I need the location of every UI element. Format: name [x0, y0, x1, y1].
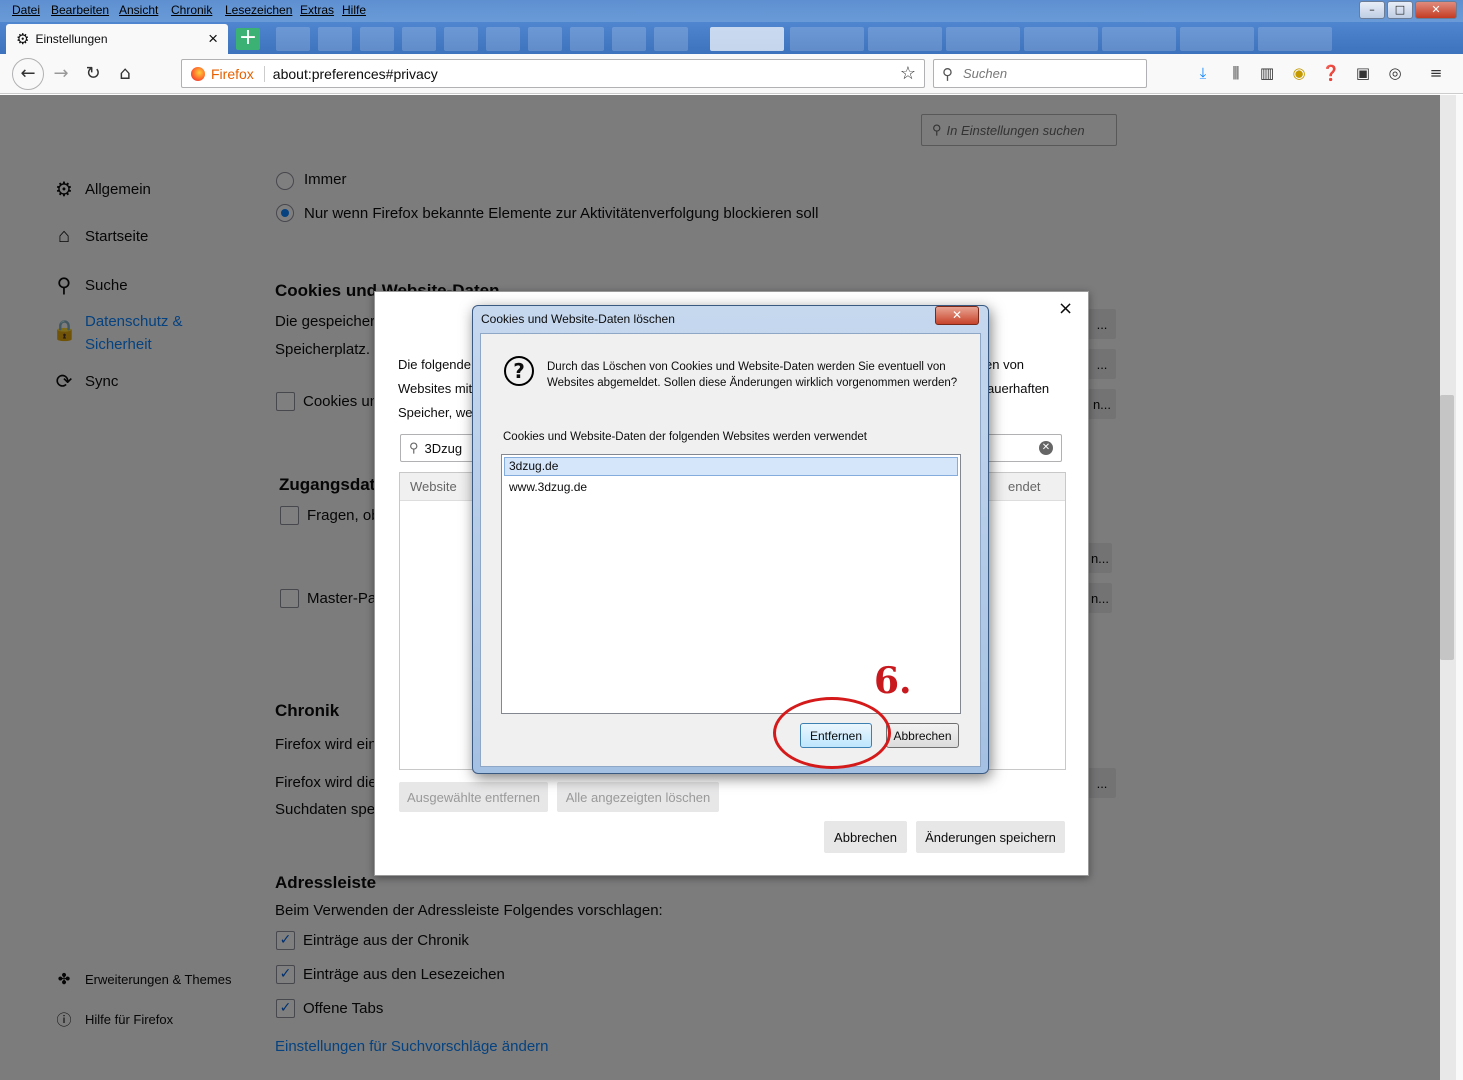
pinned-tab[interactable] [486, 27, 520, 51]
menu-extras[interactable]: Extras [300, 3, 334, 17]
pinned-tab[interactable] [528, 27, 562, 51]
annotation-step-number: 6. [874, 660, 912, 702]
menu-lesezeichen[interactable]: Lesezeichen [225, 3, 292, 17]
list-item[interactable]: www.3dzug.de [504, 478, 958, 497]
search-input[interactable]: ⚲ Suchen [933, 59, 1147, 88]
browser-tab[interactable] [1024, 27, 1098, 51]
pinned-tab[interactable] [570, 27, 604, 51]
browser-tab[interactable] [1180, 27, 1254, 51]
extension-icon[interactable]: ◉ [1289, 63, 1309, 83]
browser-tab[interactable] [710, 27, 784, 51]
tab-close-icon[interactable]: × [208, 29, 218, 49]
menu-icon[interactable]: ≡ [1426, 63, 1446, 83]
help-extension-icon[interactable]: ❓ [1321, 63, 1341, 83]
home-button[interactable]: ⌂ [111, 60, 139, 88]
pinned-tab[interactable] [318, 27, 352, 51]
browser-tab[interactable] [790, 27, 864, 51]
account-icon[interactable]: ◎ [1385, 63, 1405, 83]
remove-selected-button[interactable]: Ausgewählte entfernen [399, 782, 548, 812]
maximize-button[interactable]: □ [1387, 1, 1413, 19]
menu-hilfe[interactable]: Hilfe [342, 3, 366, 17]
pinned-tab[interactable] [444, 27, 478, 51]
pinned-tab[interactable] [360, 27, 394, 51]
bookmark-star-icon[interactable]: ☆ [900, 63, 916, 84]
reload-button[interactable]: ↻ [79, 60, 107, 88]
back-button[interactable]: ← [12, 58, 44, 90]
dialog-message: Durch das Löschen von Cookies und Websit… [547, 361, 958, 389]
browser-tab[interactable] [1102, 27, 1176, 51]
browser-tab[interactable] [1258, 27, 1332, 51]
annotation-circle [773, 697, 891, 769]
download-icon[interactable]: ⤓ [1193, 63, 1213, 83]
browser-tab[interactable] [868, 27, 942, 51]
dialog-cancel-button[interactable]: Abbrechen [886, 723, 959, 748]
dialog-close-button[interactable]: ✕ [935, 306, 979, 325]
url-text[interactable]: about:preferences#privacy [273, 66, 900, 82]
library-icon[interactable]: ⫼ [1226, 63, 1246, 83]
menu-datei[interactable]: Datei [12, 3, 40, 17]
close-icon[interactable]: × [1058, 298, 1073, 319]
new-tab-button[interactable]: + [236, 27, 260, 50]
menu-bar: Datei Bearbeiten Ansicht Chronik Lesezei… [0, 0, 1463, 22]
pinned-tab[interactable] [402, 27, 436, 51]
minimize-button[interactable]: – [1359, 1, 1385, 19]
sidebar-icon[interactable]: ▥ [1257, 63, 1277, 83]
list-item[interactable]: 3dzug.de [504, 457, 958, 476]
column-header-last-used[interactable]: endet [1008, 479, 1041, 494]
menu-chronik[interactable]: Chronik [171, 3, 212, 17]
manager-description: Websites mit [398, 381, 473, 396]
clear-search-icon[interactable]: ✕ [1039, 441, 1053, 455]
column-header-website[interactable]: Website [410, 479, 457, 494]
search-icon: ⚲ [409, 440, 419, 455]
window-controls: – □ ✕ [1359, 1, 1457, 19]
menu-bearbeiten[interactable]: Bearbeiten [51, 3, 109, 17]
tab-einstellungen[interactable]: ⚙ Einstellungen × [6, 24, 228, 54]
manager-description: auerhaften [987, 381, 1050, 396]
firefox-logo-icon [191, 66, 205, 81]
question-icon: ? [504, 356, 534, 386]
dialog-title: Cookies und Website-Daten löschen [481, 312, 675, 326]
manager-description: Die folgende [398, 357, 471, 372]
manager-description: en von [985, 357, 1025, 372]
search-icon: ⚲ [942, 65, 953, 83]
pinned-tab[interactable] [654, 27, 688, 51]
manager-description: Speicher, wer [398, 405, 477, 420]
save-changes-button[interactable]: Änderungen speichern [916, 821, 1065, 853]
identity-label: Firefox [211, 65, 265, 82]
tab-title: Einstellungen [35, 32, 108, 46]
forward-button[interactable]: → [47, 60, 75, 88]
browser-tab[interactable] [946, 27, 1020, 51]
menu-ansicht[interactable]: Ansicht [119, 3, 158, 17]
search-placeholder: Suchen [963, 66, 1008, 81]
notes-extension-icon[interactable]: ▣ [1353, 63, 1373, 83]
window-close-button[interactable]: ✕ [1415, 1, 1457, 19]
scrollbar-thumb[interactable] [1440, 395, 1454, 660]
cancel-button[interactable]: Abbrechen [824, 821, 907, 853]
pinned-tab[interactable] [276, 27, 310, 51]
remove-all-button[interactable]: Alle angezeigten löschen [557, 782, 719, 812]
sites-list-label: Cookies und Website-Daten der folgenden … [503, 431, 867, 443]
url-bar[interactable]: Firefox about:preferences#privacy ☆ [181, 59, 925, 88]
pinned-tab[interactable] [612, 27, 646, 51]
gear-icon: ⚙ [16, 31, 30, 48]
